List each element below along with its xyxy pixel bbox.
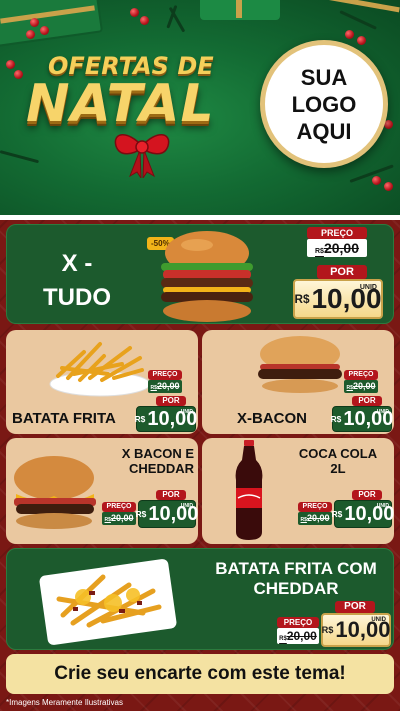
- price-block: PREÇO R$20,00 POR R$ 10,00 UNID: [293, 227, 391, 323]
- old-price: R$20,00: [102, 512, 136, 525]
- christmas-offers-title: OFERTAS DE NATAL: [18, 48, 258, 178]
- berry-decoration: [357, 36, 366, 45]
- logo-text-line-3: AQUI: [296, 118, 352, 144]
- berry-decoration: [26, 30, 35, 39]
- por-label: POR: [156, 396, 186, 406]
- product-name-line-1: X -: [61, 250, 93, 277]
- price-block: PREÇO R$20,00 POR R$ 10,00 UNID: [275, 601, 391, 649]
- old-price: R$20,00: [148, 380, 182, 393]
- old-price-value: 20,00: [156, 381, 180, 391]
- gift-ribbon-decoration: [236, 0, 242, 18]
- old-price: R$20,00: [298, 512, 332, 525]
- product-name-line-2: CHEDDAR: [129, 461, 194, 476]
- cta-banner[interactable]: Crie seu encarte com este tema!: [6, 654, 394, 694]
- old-price-currency: R$: [315, 248, 324, 255]
- new-price-currency: R$: [331, 509, 343, 519]
- unit-label: UNID: [371, 617, 386, 623]
- berry-decoration: [40, 26, 49, 35]
- logo-text-line-1: SUA: [300, 64, 348, 90]
- berry-decoration: [6, 60, 15, 69]
- red-bow-icon: [114, 134, 170, 178]
- price-block: PREÇO R$20,00 POR R$ 10,00 UNID: [296, 488, 394, 540]
- berry-decoration: [384, 182, 393, 191]
- product-name-line-2: 2L: [330, 461, 346, 476]
- berry-decoration: [130, 8, 139, 17]
- old-price-value: 20,00: [352, 381, 376, 391]
- product-card-xbacon: X-BACON PREÇO R$20,00 POR R$ 10,00 UNID: [202, 330, 394, 434]
- new-price: R$ 10,00 UNID: [321, 613, 391, 647]
- old-price: R$20,00: [307, 239, 367, 257]
- product-card-batatacheddar: BATATA FRITA COM CHEDDAR PREÇO R$20,00 P…: [6, 548, 394, 650]
- product-card-xbaconcheddar: X BACON E CHEDDAR PREÇO R$20,00 POR R$ 10…: [6, 438, 198, 544]
- disclaimer-text: *Imagens Meramente Ilustrativas: [6, 698, 123, 707]
- product-name-line-2: TUDO: [43, 284, 111, 311]
- berry-decoration: [372, 176, 381, 185]
- berry-decoration: [345, 30, 354, 39]
- price-block: PREÇO R$20,00 POR R$ 10,00 UNID: [330, 370, 393, 432]
- product-name-line-2: CHEDDAR: [253, 579, 339, 598]
- gift-ribbon-decoration: [315, 0, 400, 13]
- pine-branch-decoration: [339, 10, 377, 30]
- logo-text-line-2: LOGO: [291, 91, 357, 117]
- product-name: X - TUDO: [17, 247, 137, 315]
- old-price-value: 20,00: [110, 513, 134, 523]
- preco-label: PREÇO: [102, 502, 136, 512]
- preco-label: PREÇO: [148, 370, 182, 380]
- logo-placeholder: SUA LOGO AQUI: [260, 40, 388, 168]
- preco-label: PREÇO: [298, 502, 332, 512]
- product-name: COCA COLA 2L: [288, 446, 388, 476]
- price-block: PREÇO R$20,00 POR R$ 10,00 UNID: [100, 488, 198, 540]
- unit-label: UNID: [180, 503, 193, 509]
- title-main-text: NATAL: [26, 74, 215, 134]
- product-name: X-BACON: [237, 410, 307, 427]
- unit-label: UNID: [376, 409, 389, 415]
- cta-text: Crie seu encarte com este tema!: [54, 663, 346, 684]
- new-price-currency: R$: [330, 414, 342, 424]
- por-label: POR: [352, 490, 382, 500]
- product-name-line-1: BATATA FRITA COM: [215, 559, 377, 578]
- new-price-currency: R$: [134, 414, 146, 424]
- product-name-line-1: COCA COLA: [298, 446, 378, 461]
- new-price-currency: R$: [294, 292, 310, 306]
- new-price: R$ 10,00 UNID: [331, 500, 394, 528]
- product-name: BATATA FRITA COM CHEDDAR: [203, 559, 389, 599]
- soda-bottle-image: [235, 440, 263, 540]
- old-price-value: 20,00: [286, 629, 317, 643]
- cheddar-fries-image: [39, 559, 177, 645]
- preco-label: PREÇO: [344, 370, 378, 380]
- old-price: R$20,00: [277, 628, 319, 644]
- old-price: R$20,00: [344, 380, 378, 393]
- old-price-currency: R$: [279, 636, 287, 642]
- burger-image: [14, 456, 96, 529]
- unit-label: UNID: [376, 503, 389, 509]
- preco-label: PREÇO: [307, 227, 367, 239]
- new-price: R$ 10,00 UNID: [330, 406, 393, 432]
- price-block: PREÇO R$20,00 POR R$ 10,00 UNID: [134, 370, 197, 432]
- unit-label: UNID: [359, 284, 377, 291]
- new-price: R$ 10,00 UNID: [293, 279, 383, 319]
- preco-label: PREÇO: [277, 617, 319, 628]
- berry-decoration: [140, 16, 149, 25]
- product-name-line-1: X BACON E: [121, 446, 194, 461]
- berry-decoration: [30, 18, 39, 27]
- product-card-coca: COCA COLA 2L PREÇO R$20,00 POR R$ 10,00 U…: [202, 438, 394, 544]
- por-label: POR: [335, 601, 375, 613]
- por-label: POR: [317, 265, 367, 279]
- product-card-batata: BATATA FRITA PREÇO R$20,00 POR R$ 10,00 U…: [6, 330, 198, 434]
- product-name: BATATA FRITA: [12, 410, 116, 427]
- product-name: X BACON E CHEDDAR: [102, 446, 194, 476]
- old-price-value: 20,00: [323, 240, 359, 256]
- unit-label: UNID: [180, 409, 193, 415]
- new-price: R$ 10,00 UNID: [135, 500, 198, 528]
- old-price-value: 20,00: [306, 513, 330, 523]
- burger-image: [161, 231, 253, 322]
- new-price-currency: R$: [321, 625, 334, 635]
- new-price-currency: R$: [135, 509, 147, 519]
- por-label: POR: [156, 490, 186, 500]
- new-price: R$ 10,00 UNID: [134, 406, 197, 432]
- product-card-xtudo: X - TUDO -50% PREÇO R$20,00 POR R$ 10,00 …: [6, 224, 394, 324]
- header-banner: OFERTAS DE NATAL SUA LOGO AQUI: [0, 0, 400, 215]
- por-label: POR: [352, 396, 382, 406]
